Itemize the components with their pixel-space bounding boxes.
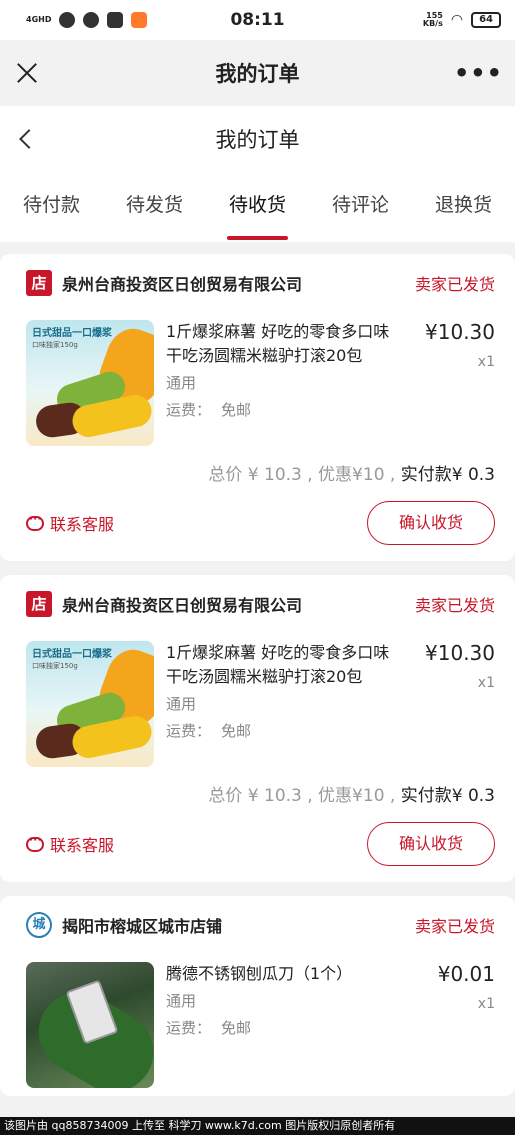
order-item[interactable]: 日式甜品一口爆浆 口味独家150g 1斤爆浆麻薯 好吃的零食多口味干吃汤圆糯米糍… xyxy=(26,641,495,767)
contact-service-button[interactable]: 联系客服 xyxy=(26,511,114,535)
close-icon[interactable] xyxy=(12,58,42,88)
shipping-label: 运费： xyxy=(166,401,212,419)
shipping-value: 免邮 xyxy=(221,722,252,740)
back-icon[interactable] xyxy=(16,128,38,150)
order-status: 卖家已发货 xyxy=(414,596,495,615)
product-spec: 通用 xyxy=(166,695,197,713)
product-qty: x1 xyxy=(477,675,495,691)
tab-pending-shipment[interactable]: 待发货 xyxy=(122,172,187,242)
product-image[interactable]: 日式甜品一口爆浆 口味独家150g xyxy=(26,320,154,446)
page-header: 我的订单 xyxy=(0,106,515,172)
status-left: 4GHD xyxy=(26,12,148,28)
order-actions: 联系客服 确认收货 xyxy=(26,806,495,882)
product-price: ¥0.01 xyxy=(437,962,495,986)
app-title: 我的订单 xyxy=(215,62,300,86)
total-summary: 总价 ¥ 10.3 , 优惠¥10 , xyxy=(208,465,401,485)
contact-service-label: 联系客服 xyxy=(50,836,115,855)
city-shop-icon: 城 xyxy=(26,912,52,938)
product-qty: x1 xyxy=(477,354,495,370)
network-speed: 155 KB/s xyxy=(423,12,443,28)
product-name[interactable]: 1斤爆浆麻薯 好吃的零食多口味干吃汤圆糯米糍驴打滚20包 xyxy=(166,320,396,368)
app-icon xyxy=(107,12,124,28)
wechat-icon xyxy=(59,12,76,28)
shop-name[interactable]: 揭阳市榕城区城市店铺 xyxy=(62,913,415,937)
contact-service-button[interactable]: 联系客服 xyxy=(26,832,114,856)
order-status: 卖家已发货 xyxy=(414,917,495,936)
image-subtag: 口味独家150g xyxy=(32,341,78,349)
shipping-label: 运费： xyxy=(166,1019,212,1037)
order-actions: 联系客服 确认收货 xyxy=(26,485,495,561)
tab-pending-receipt[interactable]: 待收货 xyxy=(225,172,290,242)
page-header-area: 我的订单 待付款 待发货 待收货 待评论 退换货 xyxy=(0,106,515,242)
more-icon[interactable]: ••• xyxy=(454,59,503,87)
tab-returns[interactable]: 退换货 xyxy=(431,172,496,242)
chat-icon xyxy=(26,833,44,852)
product-name[interactable]: 腾德不锈钢刨瓜刀（1个） xyxy=(166,962,396,986)
shipping-value: 免邮 xyxy=(221,1019,252,1037)
confirm-receipt-button[interactable]: 确认收货 xyxy=(367,501,495,545)
watermark-banner: 该图片由 qq858734009 上传至 科学刀 www.k7d.com 图片版… xyxy=(0,1117,515,1135)
image-tag: 日式甜品一口爆浆 xyxy=(32,649,112,660)
order-card: 店 泉州台商投资区日创贸易有限公司 卖家已发货 日式甜品一口爆浆 口味独家150… xyxy=(0,575,515,882)
product-qty: x1 xyxy=(477,996,495,1012)
product-image[interactable]: 日式甜品一口爆浆 口味独家150g xyxy=(26,641,154,767)
tab-pending-payment[interactable]: 待付款 xyxy=(19,172,84,242)
status-bar: 4GHD 08:11 155 KB/s ◠ 64 xyxy=(0,0,515,40)
order-item[interactable]: 腾德不锈钢刨瓜刀（1个） 通用 运费： 免邮 ¥0.01 x1 xyxy=(26,962,495,1088)
product-spec: 通用 xyxy=(166,992,197,1010)
message-icon xyxy=(83,12,100,28)
shop-name[interactable]: 泉州台商投资区日创贸易有限公司 xyxy=(62,592,415,616)
wifi-icon: ◠ xyxy=(450,12,464,28)
shipping-label: 运费： xyxy=(166,722,212,740)
order-tabs: 待付款 待发货 待收货 待评论 退换货 xyxy=(0,172,515,242)
paid-amount: 实付款¥ 0.3 xyxy=(400,786,495,806)
order-total: 总价 ¥ 10.3 , 优惠¥10 , 实付款¥ 0.3 xyxy=(26,781,495,806)
shipping-info: 运费： 免邮 xyxy=(166,399,415,420)
product-price: ¥10.30 xyxy=(425,320,495,344)
shipping-info: 运费： 免邮 xyxy=(166,1017,415,1038)
tab-pending-review[interactable]: 待评论 xyxy=(328,172,393,242)
shipping-info: 运费： 免邮 xyxy=(166,720,415,741)
order-item[interactable]: 日式甜品一口爆浆 口味独家150g 1斤爆浆麻薯 好吃的零食多口味干吃汤圆糯米糍… xyxy=(26,320,495,446)
confirm-receipt-button[interactable]: 确认收货 xyxy=(367,822,495,866)
order-status: 卖家已发货 xyxy=(414,275,495,294)
shop-row[interactable]: 店 泉州台商投资区日创贸易有限公司 卖家已发货 xyxy=(26,254,495,312)
network-indicator: 4GHD xyxy=(26,15,52,24)
page-title: 我的订单 xyxy=(215,128,300,152)
app-bar: 我的订单 ••• xyxy=(0,40,515,106)
order-total: 总价 ¥ 10.3 , 优惠¥10 , 实付款¥ 0.3 xyxy=(26,460,495,485)
chat-icon xyxy=(26,512,44,531)
image-tag: 日式甜品一口爆浆 xyxy=(32,328,112,339)
speed-unit: KB/s xyxy=(422,19,443,28)
product-spec: 通用 xyxy=(166,374,197,392)
product-image[interactable] xyxy=(26,962,154,1088)
shipping-value: 免邮 xyxy=(221,401,252,419)
shop-icon: 店 xyxy=(26,270,52,296)
product-price: ¥10.30 xyxy=(425,641,495,665)
shop-icon: 店 xyxy=(26,591,52,617)
order-card: 店 泉州台商投资区日创贸易有限公司 卖家已发货 日式甜品一口爆浆 口味独家150… xyxy=(0,254,515,561)
shop-name[interactable]: 泉州台商投资区日创贸易有限公司 xyxy=(62,271,415,295)
order-card: 城 揭阳市榕城区城市店铺 卖家已发货 腾德不锈钢刨瓜刀（1个） 通用 运费： 免邮… xyxy=(0,896,515,1096)
total-summary: 总价 ¥ 10.3 , 优惠¥10 , xyxy=(208,786,401,806)
image-subtag: 口味独家150g xyxy=(32,662,78,670)
contact-service-label: 联系客服 xyxy=(50,515,115,534)
battery-icon: 64 xyxy=(471,12,501,28)
paid-amount: 实付款¥ 0.3 xyxy=(400,465,495,485)
notification-app-icon xyxy=(131,12,148,28)
product-name[interactable]: 1斤爆浆麻薯 好吃的零食多口味干吃汤圆糯米糍驴打滚20包 xyxy=(166,641,396,689)
shop-row[interactable]: 城 揭阳市榕城区城市店铺 卖家已发货 xyxy=(26,896,495,954)
shop-row[interactable]: 店 泉州台商投资区日创贸易有限公司 卖家已发货 xyxy=(26,575,495,633)
